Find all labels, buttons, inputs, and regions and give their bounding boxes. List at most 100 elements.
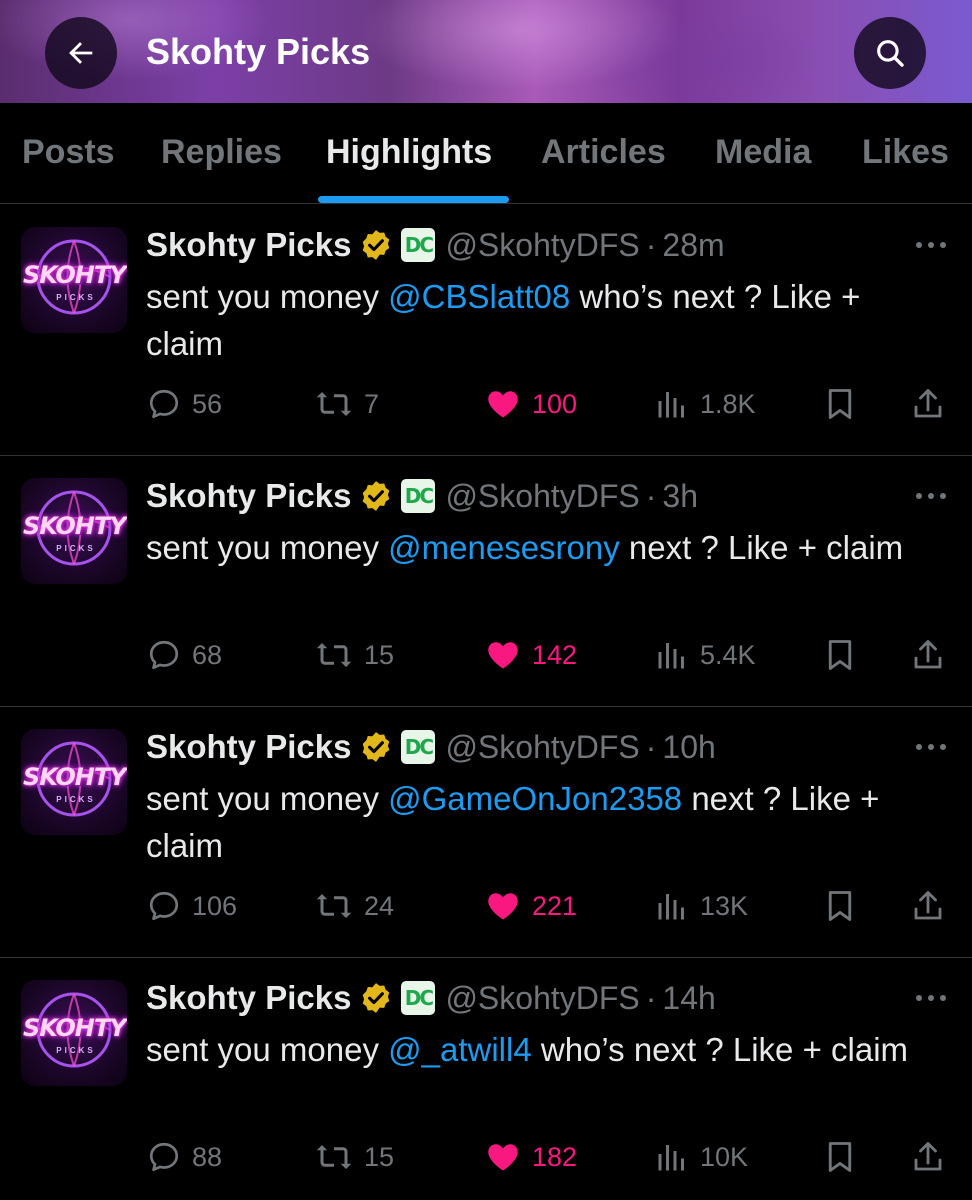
like-button[interactable]: 142 (484, 632, 577, 678)
back-button[interactable] (45, 17, 117, 89)
tab-likes[interactable]: Likes (862, 133, 949, 172)
reply-button[interactable]: 106 (146, 883, 237, 929)
share-button[interactable] (910, 632, 946, 678)
post-text: sent you money @menesesrony next ? Like … (146, 524, 946, 571)
verified-badge-icon (363, 983, 390, 1013)
avatar[interactable]: SKOHTY PICKS (21, 980, 127, 1086)
affiliate-badge[interactable]: DC (401, 730, 436, 764)
tab-highlights[interactable]: Highlights (326, 133, 492, 172)
share-button[interactable] (910, 1134, 946, 1180)
avatar[interactable]: SKOHTY PICKS (21, 729, 127, 835)
views-chart-icon (658, 643, 684, 669)
avatar-logo-text: SKOHTY (23, 261, 127, 289)
bookmark-button[interactable] (822, 1134, 858, 1180)
post-meta: Skohty Picks DC @SkohtyDFS · 14h (146, 976, 716, 1020)
mention-link[interactable]: @CBSlatt08 (388, 278, 570, 315)
post-text: sent you money @GameOnJon2358 next ? Lik… (146, 775, 946, 869)
tab-media[interactable]: Media (715, 133, 811, 172)
heart-filled-icon (488, 893, 518, 920)
like-button[interactable]: 221 (484, 883, 577, 929)
views-button[interactable]: 5.4K (654, 632, 756, 678)
affiliate-badge-text: DC (404, 484, 434, 508)
like-count: 182 (532, 1141, 578, 1172)
author-name[interactable]: Skohty Picks (146, 979, 351, 1017)
bookmark-button[interactable] (822, 883, 858, 929)
post-time[interactable]: 14h (662, 980, 715, 1017)
affiliate-badge[interactable]: DC (401, 228, 436, 262)
post-time[interactable]: 10h (662, 729, 715, 766)
repost-button[interactable]: 7 (314, 381, 379, 427)
repost-icon (316, 643, 352, 667)
like-button[interactable]: 100 (484, 381, 577, 427)
like-button[interactable]: 182 (484, 1134, 577, 1180)
author-name[interactable]: Skohty Picks (146, 477, 351, 515)
post-time[interactable]: 3h (662, 478, 698, 515)
reply-button[interactable]: 88 (146, 1134, 222, 1180)
repost-count: 7 (364, 388, 380, 419)
profile-header: Skohty Picks (0, 0, 972, 103)
share-icon (914, 389, 942, 418)
verified-badge-icon (363, 481, 390, 511)
post-actions: 88 15 182 10K (0, 1134, 972, 1180)
affiliate-badge[interactable]: DC (401, 981, 436, 1015)
avatar-logo-text: SKOHTY (23, 763, 127, 791)
views-chart-icon (658, 894, 684, 920)
share-button[interactable] (910, 883, 946, 929)
mention-link[interactable]: @menesesrony (388, 529, 620, 566)
share-icon (914, 891, 942, 920)
reply-icon (149, 389, 179, 419)
repost-count: 15 (364, 1141, 395, 1172)
mention-link[interactable]: @GameOnJon2358 (388, 780, 682, 817)
avatar-logo-text: SKOHTY (23, 512, 127, 540)
author-handle[interactable]: @SkohtyDFS (445, 478, 639, 515)
avatar[interactable]: SKOHTY PICKS (21, 227, 127, 333)
bookmark-icon (828, 891, 852, 921)
post-time[interactable]: 28m (662, 227, 724, 264)
mention-link[interactable]: @_atwill4 (388, 1031, 532, 1068)
post[interactable]: SKOHTY PICKS Skohty Picks DC @SkohtyDFS … (0, 456, 972, 707)
views-chart-icon (658, 1145, 684, 1171)
author-handle[interactable]: @SkohtyDFS (445, 729, 639, 766)
views-button[interactable]: 10K (654, 1134, 748, 1180)
reply-icon (149, 891, 179, 921)
author-name[interactable]: Skohty Picks (146, 728, 351, 766)
post[interactable]: SKOHTY PICKS Skohty Picks DC @SkohtyDFS … (0, 958, 972, 1200)
tab-articles[interactable]: Articles (541, 133, 666, 172)
post-text-before: sent you money (146, 1031, 389, 1068)
post-text-after: next ? Like + claim (619, 529, 904, 566)
verified-badge-icon (363, 230, 390, 260)
post-meta: Skohty Picks DC @SkohtyDFS · 28m (146, 223, 725, 267)
bookmark-button[interactable] (822, 381, 858, 427)
avatar-logo-text: SKOHTY (23, 1014, 127, 1042)
views-button[interactable]: 1.8K (654, 381, 756, 427)
repost-button[interactable]: 15 (314, 1134, 394, 1180)
post-meta: Skohty Picks DC @SkohtyDFS · 3h (146, 474, 698, 518)
post[interactable]: SKOHTY PICKS Skohty Picks DC @SkohtyDFS … (0, 205, 972, 456)
post-actions: 68 15 142 5.4K (0, 632, 972, 678)
views-count: 10K (700, 1141, 749, 1172)
affiliate-badge[interactable]: DC (401, 479, 436, 513)
more-options-icon[interactable] (914, 737, 948, 757)
post[interactable]: SKOHTY PICKS Skohty Picks DC @SkohtyDFS … (0, 707, 972, 958)
more-options-icon[interactable] (914, 988, 948, 1008)
post-text-after: who’s next ? Like + claim (531, 1031, 909, 1068)
repost-button[interactable]: 15 (314, 632, 394, 678)
tab-posts[interactable]: Posts (22, 133, 115, 172)
more-options-icon[interactable] (914, 486, 948, 506)
repost-button[interactable]: 24 (314, 883, 394, 929)
author-handle[interactable]: @SkohtyDFS (445, 980, 639, 1017)
avatar[interactable]: SKOHTY PICKS (21, 478, 127, 584)
reply-button[interactable]: 68 (146, 632, 222, 678)
reply-button[interactable]: 56 (146, 381, 222, 427)
more-options-icon[interactable] (914, 235, 948, 255)
author-handle[interactable]: @SkohtyDFS (445, 227, 639, 264)
views-button[interactable]: 13K (654, 883, 748, 929)
views-count: 5.4K (700, 639, 756, 670)
share-button[interactable] (910, 381, 946, 427)
repost-icon (316, 392, 352, 416)
author-name[interactable]: Skohty Picks (146, 226, 351, 264)
bookmark-button[interactable] (822, 632, 858, 678)
search-button[interactable] (854, 17, 926, 89)
tab-replies[interactable]: Replies (161, 133, 282, 172)
profile-tabs: Posts Replies Highlights Articles Media … (0, 103, 972, 204)
